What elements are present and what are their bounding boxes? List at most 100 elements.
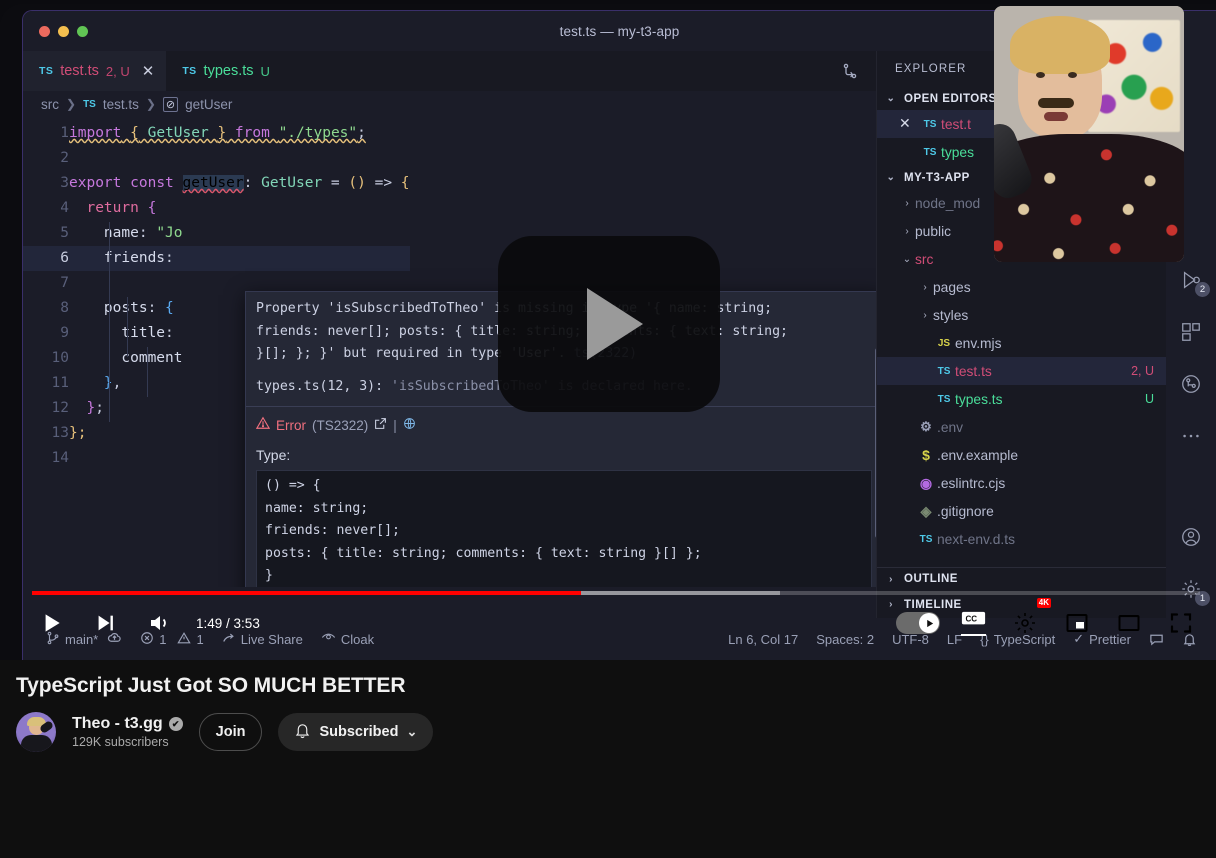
tree-item--gitignore[interactable]: ◈ .gitignore — [877, 497, 1166, 525]
tab-git-status: U — [260, 63, 270, 79]
tab-git-status: 2, U — [105, 63, 130, 79]
indent-guide — [109, 222, 110, 422]
line-number: 5 — [60, 225, 69, 241]
join-button[interactable]: Join — [198, 713, 263, 751]
tree-item-label: next-env.d.ts — [937, 531, 1015, 547]
play-button[interactable] — [32, 604, 70, 642]
progress-bar[interactable] — [32, 591, 1200, 595]
type-line: () => { — [265, 478, 321, 493]
chevron-right-icon: › — [905, 197, 909, 209]
run-and-debug-icon[interactable]: 2 — [1178, 267, 1210, 297]
chevron-right-icon: ❯ — [66, 97, 77, 111]
account-icon[interactable] — [1178, 524, 1204, 550]
extensions-icon[interactable] — [1178, 319, 1204, 345]
source-control-icon[interactable] — [842, 63, 858, 79]
badge-count: 2 — [1195, 282, 1210, 297]
breadcrumb-symbol[interactable]: getUser — [185, 97, 232, 112]
tab-types-ts[interactable]: TS types.ts U — [166, 51, 282, 91]
tree-item--env-example[interactable]: $ .env.example — [877, 441, 1166, 469]
fullscreen-button[interactable] — [1162, 604, 1200, 642]
captions-button[interactable]: CC — [954, 604, 992, 642]
webcam-overlay — [994, 6, 1184, 262]
avatar[interactable] — [16, 712, 56, 752]
typescript-file-icon: TS — [923, 146, 937, 158]
file-type-icon: ⚙ — [920, 419, 932, 434]
tree-item-label: test.ts — [955, 363, 992, 379]
video-metadata: TypeScript Just Got SO MUCH BETTER Theo … — [0, 660, 1216, 858]
error-label: Error — [276, 418, 306, 433]
line-number: 1 — [60, 125, 69, 141]
play-icon — [587, 288, 643, 360]
subscriber-count: 129K subscribers — [72, 735, 169, 749]
line-number: 12 — [51, 400, 69, 416]
code-line: 5 name: "Jo — [23, 221, 410, 246]
player-left-controls: 1:49 / 3:53 — [32, 604, 260, 642]
line-number: 14 — [51, 450, 69, 466]
player-controls: 1:49 / 3:53 CC 4K — [0, 582, 1216, 660]
current-time: 1:49 — [196, 615, 223, 631]
globe-icon[interactable] — [403, 415, 416, 438]
more-views-icon[interactable] — [1178, 423, 1204, 449]
video-player[interactable]: test.ts — my-t3-app TS test.ts 2, U ✕ TS… — [0, 0, 1216, 660]
total-time: 3:53 — [233, 615, 260, 631]
line-number: 10 — [51, 350, 69, 366]
indent-guide — [147, 347, 148, 397]
tree-item-pages[interactable]: › pages — [877, 273, 1166, 301]
file-type-icon: JS — [937, 337, 951, 349]
channel-info: Theo - t3.gg ✔ 129K subscribers — [72, 715, 183, 749]
file-type-icon: TS — [937, 365, 951, 377]
tree-item-next-env-d-ts[interactable]: TS next-env.d.ts — [877, 525, 1166, 553]
settings-button[interactable]: 4K — [1006, 598, 1051, 642]
typescript-file-icon: TS — [182, 65, 197, 77]
tree-item-test-ts[interactable]: TS test.ts 2, U — [877, 357, 1166, 385]
tree-item-label: env.mjs — [955, 335, 1002, 351]
chevron-right-icon: › — [923, 309, 927, 321]
typescript-file-icon: TS — [923, 118, 937, 130]
tree-item-types-ts[interactable]: TS types.ts U — [877, 385, 1166, 413]
breadcrumb-file[interactable]: test.ts — [103, 97, 139, 112]
chevron-right-icon: › — [905, 225, 909, 237]
tree-item--env[interactable]: ⚙ .env — [877, 413, 1166, 441]
subscribed-button[interactable]: Subscribed ⌄ — [278, 713, 434, 751]
tab-label: test.ts — [60, 63, 99, 79]
close-icon[interactable]: ✕ — [142, 64, 155, 79]
svg-text:CC: CC — [965, 615, 977, 624]
hover-type-block: () => { name: string; friends: never[]; … — [256, 470, 872, 587]
tree-item-label: pages — [933, 279, 971, 295]
file-type-icon: ◈ — [920, 502, 932, 519]
source-control-icon[interactable] — [1178, 371, 1204, 397]
open-external-icon[interactable] — [374, 415, 387, 438]
breadcrumb-folder[interactable]: src — [41, 97, 59, 112]
tree-item-label: .env — [937, 419, 964, 435]
close-icon[interactable]: ✕ — [899, 116, 919, 132]
tree-item-styles[interactable]: › styles — [877, 301, 1166, 329]
line-number: 8 — [60, 300, 69, 316]
typescript-file-icon: TS — [83, 98, 96, 110]
tree-item-label: .gitignore — [937, 503, 994, 519]
chevron-down-icon: ⌄ — [406, 724, 418, 739]
subscribe-label: Subscribed — [319, 724, 399, 740]
big-play-button[interactable] — [498, 236, 720, 412]
tree-item-git-status: U — [1144, 392, 1154, 406]
tree-item-env-mjs[interactable]: JS env.mjs — [877, 329, 1166, 357]
tree-item--eslintrc-cjs[interactable]: ◉ .eslintrc.cjs — [877, 469, 1166, 497]
channel-name-row[interactable]: Theo - t3.gg ✔ — [72, 715, 183, 733]
file-type-icon: $ — [922, 447, 930, 463]
miniplayer-button[interactable] — [1058, 604, 1096, 642]
tab-test-ts[interactable]: TS test.ts 2, U ✕ — [23, 51, 167, 91]
line-number: 13 — [51, 425, 69, 441]
volume-button[interactable] — [140, 604, 178, 642]
autoplay-toggle[interactable] — [896, 612, 940, 634]
file-type-icon: TS — [919, 533, 933, 545]
code-line: 4 return { — [23, 196, 410, 221]
next-video-button[interactable] — [86, 604, 124, 642]
chevron-down-icon: ⌄ — [902, 253, 912, 265]
chevron-down-icon: ⌄ — [886, 93, 896, 104]
chevron-right-icon: ❯ — [145, 97, 156, 111]
theater-mode-button[interactable] — [1110, 604, 1148, 642]
code-line: 3export const getUser: GetUser = () => { — [23, 171, 410, 196]
line-number: 3 — [60, 175, 69, 191]
code-line: 6 friends: — [23, 246, 410, 271]
section-label: OPEN EDITORS — [904, 92, 997, 105]
owner-row: Theo - t3.gg ✔ 129K subscribers Join Sub… — [0, 698, 1216, 752]
